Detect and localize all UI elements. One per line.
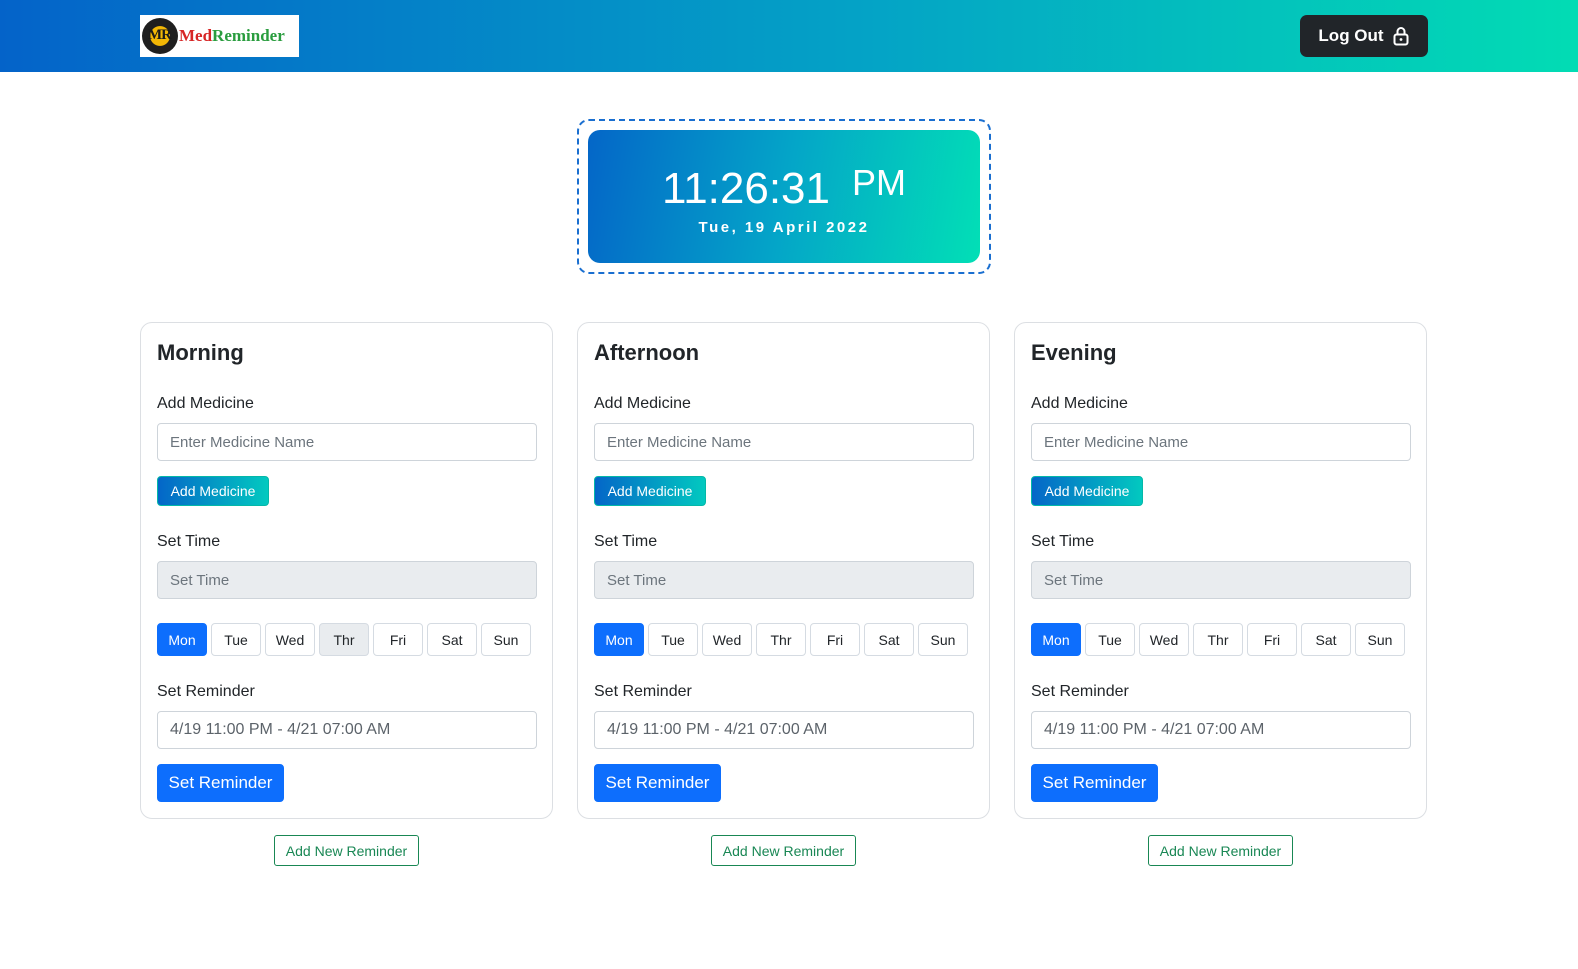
- day-toggle-mon[interactable]: Mon: [1031, 623, 1081, 656]
- day-toggle-tue[interactable]: Tue: [1085, 623, 1135, 656]
- add-medicine-button[interactable]: Add Medicine: [1031, 476, 1143, 506]
- set-reminder-label: Set Reminder: [157, 683, 255, 700]
- clock-time: 11:26:31 PM: [661, 162, 906, 213]
- logo-mark-icon: MR: [142, 18, 178, 54]
- day-toggle-sat[interactable]: Sat: [864, 623, 914, 656]
- set-time-input[interactable]: [1031, 561, 1411, 599]
- reminder-range-input[interactable]: 4/19 11:00 PM - 4/21 07:00 AM: [1031, 711, 1411, 749]
- day-toggle-sun[interactable]: Sun: [481, 623, 531, 656]
- card-title: Afternoon: [594, 340, 700, 365]
- logo-text: MedReminder: [179, 26, 285, 45]
- set-time-input[interactable]: [157, 561, 537, 599]
- day-toggle-wed[interactable]: Wed: [702, 623, 752, 656]
- day-toggle-tue[interactable]: Tue: [211, 623, 261, 656]
- day-toggle-thr[interactable]: Thr: [1193, 623, 1243, 656]
- card-title: Evening: [1031, 340, 1117, 365]
- medicine-name-input[interactable]: [594, 423, 974, 461]
- day-toggle-tue[interactable]: Tue: [648, 623, 698, 656]
- add-medicine-label: Add Medicine: [594, 395, 691, 412]
- set-reminder-button[interactable]: Set Reminder: [1031, 764, 1158, 802]
- logout-label: Log Out: [1318, 26, 1384, 45]
- add-medicine-label: Add Medicine: [1031, 395, 1128, 412]
- set-reminder-label: Set Reminder: [1031, 683, 1129, 700]
- day-toggle-wed[interactable]: Wed: [265, 623, 315, 656]
- clock-ampm: PM: [852, 162, 906, 203]
- day-toggle-sun[interactable]: Sun: [1355, 623, 1405, 656]
- day-toggle-fri[interactable]: Fri: [1247, 623, 1297, 656]
- medicine-name-input[interactable]: [1031, 423, 1411, 461]
- medicine-name-input[interactable]: [157, 423, 537, 461]
- reminder-range-input[interactable]: 4/19 11:00 PM - 4/21 07:00 AM: [594, 711, 974, 749]
- set-reminder-button[interactable]: Set Reminder: [157, 764, 284, 802]
- logout-button[interactable]: Log Out: [1300, 15, 1428, 57]
- day-toggle-thr[interactable]: Thr: [756, 623, 806, 656]
- day-toggle-fri[interactable]: Fri: [810, 623, 860, 656]
- set-reminder-label: Set Reminder: [594, 683, 692, 700]
- clock-widget: 11:26:31 PM Tue, 19 April 2022: [577, 119, 991, 274]
- add-new-reminder-button-afternoon[interactable]: Add New Reminder: [711, 835, 856, 866]
- app-logo[interactable]: MR MedReminder: [140, 15, 299, 57]
- day-toggle-sat[interactable]: Sat: [427, 623, 477, 656]
- day-toggle-fri[interactable]: Fri: [373, 623, 423, 656]
- reminder-card-afternoon: Afternoon Add Medicine Add Medicine Set Tim…: [577, 322, 990, 819]
- set-reminder-button[interactable]: Set Reminder: [594, 764, 721, 802]
- top-navbar: MR MedReminder Log Out: [0, 0, 1578, 72]
- reminder-card-evening: Evening Add Medicine Add Medicine Set Time M…: [1014, 322, 1427, 819]
- reminder-card-morning: Morning Add Medicine Add Medicine Set Time M…: [140, 322, 553, 819]
- day-toggle-sat[interactable]: Sat: [1301, 623, 1351, 656]
- reminder-range-input[interactable]: 4/19 11:00 PM - 4/21 07:00 AM: [157, 711, 537, 749]
- add-new-reminder-button-evening[interactable]: Add New Reminder: [1148, 835, 1293, 866]
- add-medicine-button[interactable]: Add Medicine: [157, 476, 269, 506]
- set-time-label: Set Time: [594, 533, 658, 550]
- add-medicine-label: Add Medicine: [157, 395, 254, 412]
- clock-date: Tue, 19 April 2022: [698, 219, 870, 236]
- set-time-input[interactable]: [594, 561, 974, 599]
- add-new-reminder-button-morning[interactable]: Add New Reminder: [274, 835, 419, 866]
- add-medicine-button[interactable]: Add Medicine: [594, 476, 706, 506]
- set-time-label: Set Time: [157, 533, 221, 550]
- day-toggle-wed[interactable]: Wed: [1139, 623, 1189, 656]
- day-toggle-sun[interactable]: Sun: [918, 623, 968, 656]
- clock-display: 11:26:31 PM Tue, 19 April 2022: [588, 130, 980, 263]
- day-toggle-thr[interactable]: Thr: [319, 623, 369, 656]
- day-toggle-mon[interactable]: Mon: [157, 623, 207, 656]
- card-title: Morning: [157, 340, 244, 365]
- lock-icon: [1393, 27, 1409, 46]
- day-toggle-mon[interactable]: Mon: [594, 623, 644, 656]
- set-time-label: Set Time: [1031, 533, 1095, 550]
